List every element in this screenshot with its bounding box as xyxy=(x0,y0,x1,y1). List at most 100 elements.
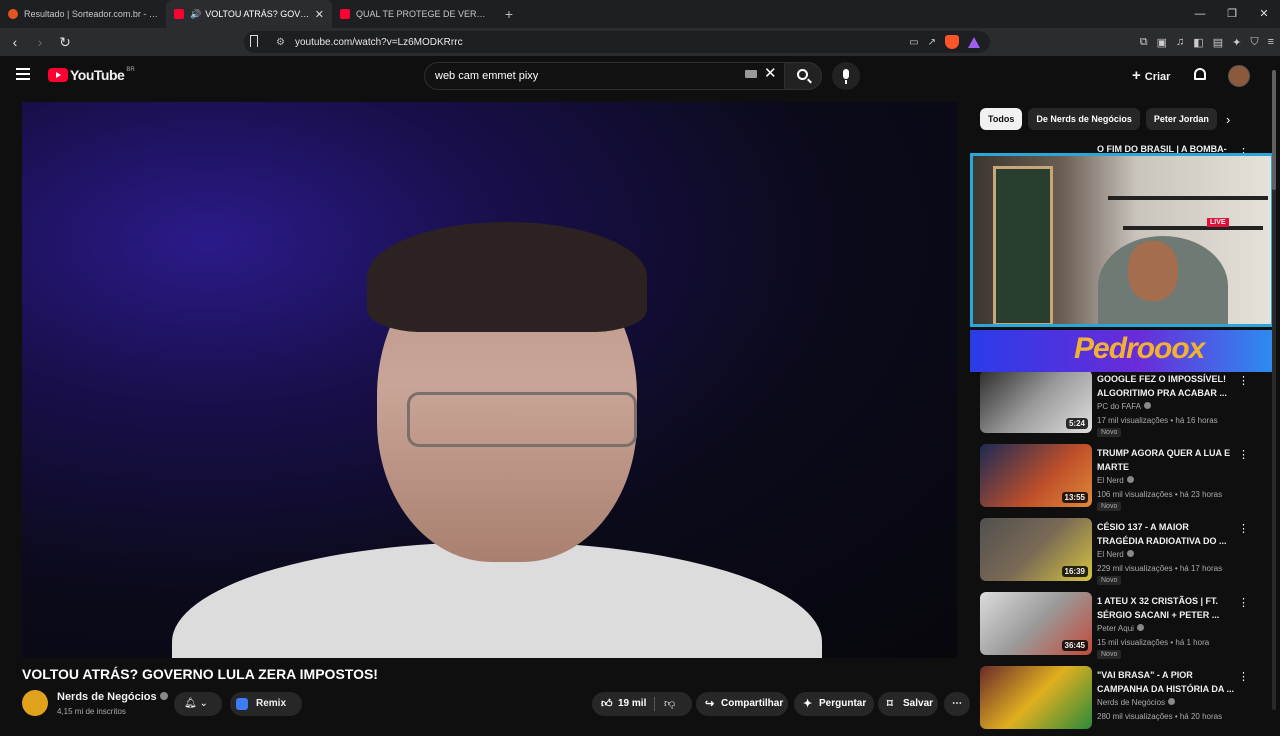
minimize-button[interactable]: — xyxy=(1184,0,1216,28)
notifications-icon[interactable] xyxy=(1194,68,1206,80)
share-button[interactable]: ↪ Compartilhar xyxy=(696,692,788,716)
maximize-button[interactable]: ❐ xyxy=(1216,0,1248,28)
recommendation-title[interactable]: CÉSIO 137 - A MAIOR TRAGÉDIA RADIOATIVA … xyxy=(1097,520,1237,548)
music-icon[interactable]: ♫ xyxy=(1176,36,1184,48)
voice-search-button[interactable] xyxy=(832,62,860,90)
recommendation-item[interactable]: 5:24 GOOGLE FEZ O IMPOSSÍVEL! ALGORITIMO … xyxy=(980,370,1250,440)
sidebar-icon[interactable]: ◧ xyxy=(1193,36,1203,49)
more-options-icon[interactable]: ⋮ xyxy=(1238,670,1249,683)
recommendation-channel[interactable]: El Nerd xyxy=(1097,550,1134,559)
recommendation-item[interactable]: 36:45 1 ATEU X 32 CRISTÃOS | FT. SÉRGIO S… xyxy=(980,592,1250,662)
tab-title: Resultado | Sorteador.com.br - O Site... xyxy=(24,9,158,19)
chip-peter-jordan[interactable]: Peter Jordan xyxy=(1145,108,1217,130)
video-player[interactable] xyxy=(22,102,957,658)
address-bar-actions: ▭ ↗ xyxy=(909,35,980,49)
recommendation-meta: 15 mil visualizações • há 1 hora xyxy=(1097,638,1210,647)
video-thumbnail[interactable]: 36:45 xyxy=(980,592,1092,655)
recommendation-title[interactable]: 1 ATEU X 32 CRISTÃOS | FT. SÉRGIO SACANI… xyxy=(1097,594,1237,622)
reload-button[interactable]: ↻ xyxy=(55,34,75,51)
webcam-shelf xyxy=(1123,226,1263,230)
browser-tab-sorteador[interactable]: Resultado | Sorteador.com.br - O Site... xyxy=(0,0,166,28)
recommendation-channel[interactable]: El Nerd xyxy=(1097,476,1134,485)
brave-rewards-icon[interactable] xyxy=(968,36,980,48)
create-button[interactable]: + Criar xyxy=(1132,67,1170,84)
video-frame-glasses xyxy=(407,392,637,447)
menu-icon[interactable] xyxy=(16,68,30,80)
youtube-header: YouTube BR web cam emmet pixy ✕ + Criar xyxy=(0,56,1280,96)
vpn-icon[interactable]: ⛉ xyxy=(1250,36,1258,49)
browser-menu-icon[interactable]: ≡ xyxy=(1268,36,1274,48)
streamer-banner: Pedrooox xyxy=(970,330,1274,372)
page-scrollbar[interactable] xyxy=(1272,70,1276,710)
recommendation-item[interactable]: 13:55 TRUMP AGORA QUER A LUA E MARTE El Ne… xyxy=(980,444,1250,514)
keyboard-icon[interactable] xyxy=(745,70,757,78)
video-thumbnail[interactable]: 13:55 xyxy=(980,444,1092,507)
url-text[interactable]: youtube.com/watch?v=Lz6MODKRrrc xyxy=(295,37,463,48)
more-options-icon[interactable]: ⋮ xyxy=(1238,596,1249,609)
recommendation-item[interactable]: "VAI BRASA" - A PIOR CAMPANHA DA HISTÓRI… xyxy=(980,666,1250,736)
recommendation-title[interactable]: TRUMP AGORA QUER A LUA E MARTE xyxy=(1097,446,1237,474)
back-button[interactable]: ‹ xyxy=(5,34,25,50)
browser-tab-youtube-2[interactable]: QUAL TE PROTEGE DE VERDADE? Tes... xyxy=(332,0,498,28)
channel-name[interactable]: Nerds de Negócios xyxy=(57,691,168,703)
forward-button[interactable]: › xyxy=(30,34,50,50)
subscription-bell-button[interactable]: 🔔︎ ⌄ xyxy=(174,692,222,716)
wallet-icon[interactable]: ▤ xyxy=(1213,36,1223,49)
extensions-icon[interactable]: ⧉ xyxy=(1140,36,1148,49)
like-button[interactable]: 👍︎ 19 mil xyxy=(592,692,692,716)
bookmark-icon[interactable] xyxy=(250,35,258,47)
recommendation-channel[interactable]: Peter Aqui xyxy=(1097,624,1144,633)
video-thumbnail[interactable]: 5:24 xyxy=(980,370,1092,433)
video-title: VOLTOU ATRÁS? GOVERNO LULA ZERA IMPOSTOS… xyxy=(22,666,378,682)
dislike-button[interactable]: 👎︎ xyxy=(664,697,675,710)
browser-tab-youtube-current[interactable]: 🔊 VOLTOU ATRÁS? GOVERNO L... ✕ xyxy=(166,0,332,28)
chip-all[interactable]: Todos xyxy=(980,108,1023,130)
address-bar[interactable]: ⚙ youtube.com/watch?v=Lz6MODKRrrc ▭ ↗ xyxy=(244,31,990,53)
close-window-button[interactable]: ✕ xyxy=(1248,0,1280,28)
country-code: BR xyxy=(126,67,135,73)
recommendation-item[interactable]: 16:39 CÉSIO 137 - A MAIOR TRAGÉDIA RADIOA… xyxy=(980,518,1250,588)
share-icon: ↪ xyxy=(705,698,715,710)
sorteador-favicon-icon xyxy=(8,9,18,19)
share-page-icon[interactable]: ↗ xyxy=(928,37,936,48)
ask-button[interactable]: ✦ Perguntar xyxy=(794,692,874,716)
video-thumbnail[interactable]: 16:39 xyxy=(980,518,1092,581)
verified-icon xyxy=(1144,402,1152,409)
chevron-right-icon[interactable]: › xyxy=(1226,112,1230,127)
extension-icons: ⧉ ▣ ♫ ◧ ▤ ✦ ⛉ ≡ xyxy=(1140,28,1274,56)
recommendation-title[interactable]: GOOGLE FEZ O IMPOSSÍVEL! ALGORITIMO PRA … xyxy=(1097,372,1237,400)
recommendation-meta: 229 mil visualizações • há 17 horas xyxy=(1097,564,1223,573)
recommendation-channel[interactable]: PC do FAFA xyxy=(1097,402,1152,411)
youtube-play-icon xyxy=(48,68,68,82)
filter-chips: Todos De Nerds de Negócios Peter Jordan xyxy=(980,108,1217,130)
recommendation-title[interactable]: "VAI BRASA" - A PIOR CAMPANHA DA HISTÓRI… xyxy=(1097,668,1237,696)
thumbs-up-icon: 👍︎ xyxy=(601,698,613,710)
channel-name-text: Nerds de Negócios xyxy=(57,691,157,703)
site-settings-icon[interactable]: ⚙ xyxy=(276,37,285,48)
more-options-icon[interactable]: ⋮ xyxy=(1238,448,1249,461)
leo-ai-icon[interactable]: ✦ xyxy=(1232,36,1241,49)
tab-search-icon[interactable]: ▣ xyxy=(1157,36,1167,49)
new-tab-button[interactable]: + xyxy=(498,6,520,22)
streamer-logo-text: Pedrooox xyxy=(1074,332,1205,365)
more-options-icon[interactable]: ⋮ xyxy=(1238,522,1249,535)
recommendation-meta: 17 mil visualizações • há 16 horas xyxy=(1097,416,1218,425)
chip-channel[interactable]: De Nerds de Negócios xyxy=(1028,108,1140,130)
search-button[interactable] xyxy=(784,62,822,90)
recommendation-channel[interactable]: Nerds de Negócios xyxy=(1097,698,1176,707)
youtube-logo[interactable]: YouTube BR xyxy=(48,67,135,83)
channel-avatar[interactable] xyxy=(22,690,48,716)
remix-button[interactable]: Remix xyxy=(230,692,302,716)
live-sign: LIVE xyxy=(1207,218,1229,227)
close-tab-icon[interactable]: ✕ xyxy=(315,8,324,21)
brave-shields-icon[interactable] xyxy=(945,35,959,49)
cast-icon[interactable]: ▭ xyxy=(909,37,918,48)
save-button[interactable]: ⌑ Salvar xyxy=(878,692,938,716)
more-actions-button[interactable]: ⋯ xyxy=(944,692,970,716)
webcam-door xyxy=(993,166,1053,324)
more-options-icon[interactable]: ⋮ xyxy=(1238,374,1249,387)
search-input[interactable]: web cam emmet pixy xyxy=(424,62,786,90)
channel-name-text: El Nerd xyxy=(1097,550,1124,559)
account-avatar[interactable] xyxy=(1228,65,1250,87)
clear-search-icon[interactable]: ✕ xyxy=(764,64,777,82)
